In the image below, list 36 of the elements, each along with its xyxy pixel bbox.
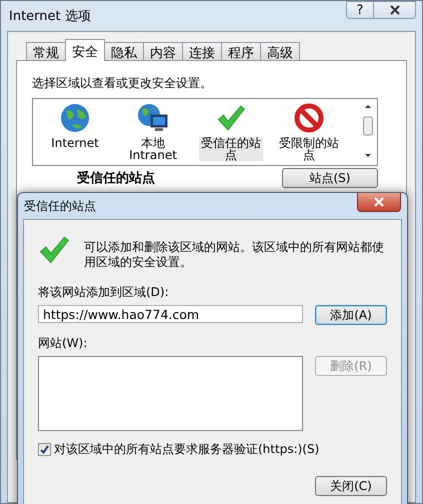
tab[interactable]: 高级 — [260, 42, 300, 60]
tab[interactable]: 常规 — [26, 42, 66, 60]
window-title: Internet 选项 — [9, 8, 92, 25]
close-dialog-button[interactable]: 关闭(C) — [315, 476, 387, 496]
dialog-title: 受信任的站点 — [24, 198, 97, 214]
no-entry-icon — [294, 103, 324, 133]
zone-heading: 受信任的站点 — [77, 170, 155, 187]
zone-prompt: 选择区域以查看或更改安全设置。 — [32, 75, 213, 92]
websites-list[interactable] — [38, 356, 303, 431]
tab[interactable]: 隐私 — [104, 42, 144, 60]
globe-icon — [60, 103, 90, 133]
tab[interactable]: 内容 — [143, 42, 183, 60]
globe-monitor-icon — [137, 103, 169, 133]
field-label: 将该网站添加到区域(D): — [38, 284, 170, 301]
checkmark-icon — [38, 234, 70, 266]
add-button[interactable]: 添加(A) — [315, 305, 387, 325]
close-button[interactable] — [357, 193, 401, 212]
dialog-description: 可以添加和删除该区域的网站。该区域中的所有网站都使用区域的安全设置。 — [84, 239, 384, 270]
zone-item[interactable]: 受信任的站点 — [199, 101, 263, 163]
tab[interactable]: 安全 — [65, 39, 105, 61]
list-label: 网站(W): — [38, 335, 88, 352]
tab[interactable]: 程序 — [221, 42, 261, 60]
tab[interactable]: 连接 — [182, 42, 222, 60]
url-field[interactable]: https://www.hao774.com — [38, 305, 303, 323]
sites-button[interactable]: 站点(S) — [282, 168, 378, 188]
checkbox[interactable] — [38, 443, 51, 456]
zone-item[interactable]: 本地 Intranet — [121, 101, 185, 163]
scrollbar[interactable] — [363, 103, 373, 159]
zone-item[interactable]: Internet — [43, 101, 107, 151]
help-button[interactable]: ? — [346, 1, 374, 19]
checkmark-icon — [216, 103, 246, 133]
checkbox-label: 对该区域中的所有站点要求服务器验证(https:)(S) — [54, 441, 320, 458]
close-icon — [374, 197, 384, 207]
zone-item[interactable]: 受限制的站点 — [277, 101, 341, 163]
close-icon — [390, 5, 400, 15]
close-button[interactable] — [374, 1, 416, 19]
